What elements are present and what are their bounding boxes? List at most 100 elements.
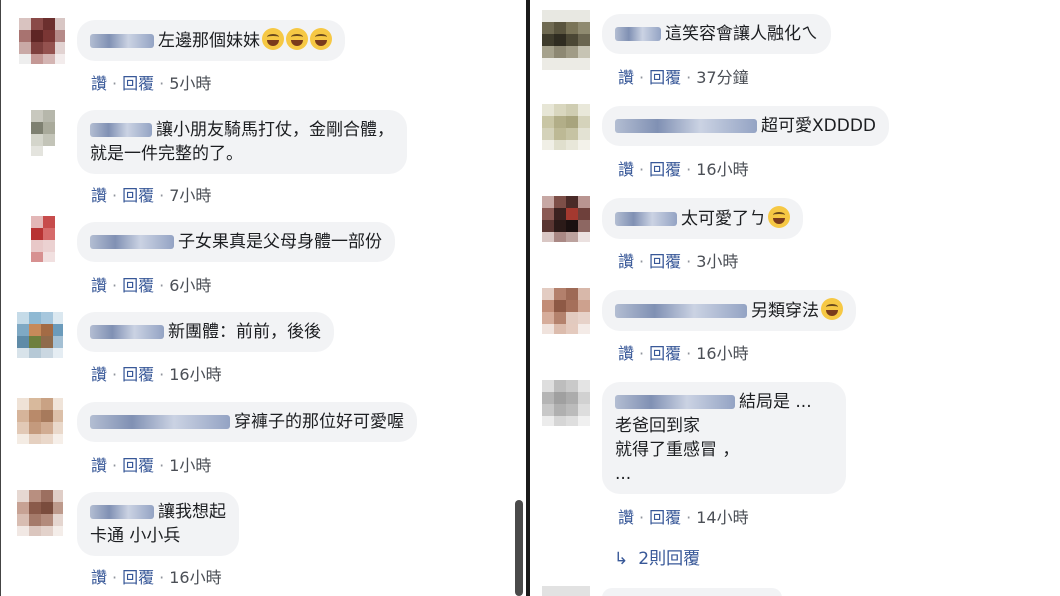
reply-link[interactable]: 回覆 [649, 344, 681, 363]
reply-link[interactable]: 回覆 [649, 68, 681, 87]
grinning-emoji-icon [286, 28, 308, 50]
comment-text: 太可愛了ㄅ [681, 209, 766, 229]
comment-text: 左邊那個妹妹 [158, 31, 260, 51]
grinning-emoji-icon [768, 206, 790, 228]
timestamp[interactable]: 5小時 [169, 74, 211, 93]
comment-actions: 讚 · 回覆 · 14小時 [618, 508, 749, 527]
like-link[interactable]: 讚 [618, 252, 634, 271]
reply-link[interactable]: 回覆 [122, 456, 154, 475]
comment-actions: 讚 · 回覆 · 1小時 [91, 456, 212, 475]
left-comment-panel: 左邊那個妹妹 讚 · 回覆 · 5小時 讓小朋友騎馬打仗，金剛合體， 就是一件完整的了。… [0, 0, 527, 596]
comment-bubble: 新團體：前前，後後 [77, 312, 334, 352]
reply-link[interactable]: 回覆 [122, 186, 154, 205]
comment-actions: 讚 · 回覆 · 37分鐘 [618, 68, 749, 87]
reply-link[interactable]: 回覆 [649, 160, 681, 179]
comment-text: 讓小朋友騎馬打仗，金剛合體， [156, 120, 394, 140]
comment-bubble: 穿褲子的那位好可愛喔 [77, 402, 417, 442]
comment-actions: 讚 · 回覆 · 7小時 [91, 186, 212, 205]
reply-link[interactable]: 回覆 [122, 276, 154, 295]
comment-actions: 讚 · 回覆 · 3小時 [618, 252, 739, 271]
comment-bubble: 左邊那個妹妹 [77, 20, 345, 61]
avatar[interactable] [17, 312, 63, 358]
like-link[interactable]: 讚 [91, 568, 107, 587]
commenter-name[interactable] [90, 505, 154, 519]
timestamp[interactable]: 16小時 [169, 365, 221, 384]
avatar[interactable] [542, 196, 590, 242]
comment-actions: 讚 · 回覆 · 16小時 [618, 160, 749, 179]
commenter-name[interactable] [615, 27, 661, 41]
comment-bubble [602, 588, 782, 596]
comment-text-line: 卡通 小小兵 [90, 526, 181, 546]
comment-text: 結局是 ... [739, 392, 812, 412]
reply-link[interactable]: 回覆 [122, 365, 154, 384]
comment-text: 穿褲子的那位好可愛喔 [234, 412, 404, 432]
avatar[interactable] [19, 18, 65, 64]
commenter-name[interactable] [90, 325, 164, 339]
comment-text: 這笑容會讓人融化ㄟ [665, 24, 818, 44]
comment-bubble: 太可愛了ㄅ [602, 198, 803, 239]
comment-bubble: 另類穿法 [602, 290, 856, 331]
avatar[interactable] [23, 110, 63, 156]
comment-text-line: 就是一件完整的了。 [90, 144, 243, 164]
timestamp[interactable]: 16小時 [696, 344, 748, 363]
timestamp[interactable]: 3小時 [696, 252, 738, 271]
comment-actions: 讚 · 回覆 · 16小時 [618, 344, 749, 363]
comment-bubble: 讓小朋友騎馬打仗，金剛合體， 就是一件完整的了。 [77, 110, 407, 174]
comment-text: 另類穿法 [751, 301, 819, 321]
timestamp[interactable]: 16小時 [696, 160, 748, 179]
avatar[interactable] [542, 10, 590, 70]
reply-link[interactable]: 回覆 [649, 252, 681, 271]
comment-actions: 讚 · 回覆 · 16小時 [91, 568, 222, 587]
comment-text-line: 老爸回到家 [615, 416, 700, 436]
grinning-emoji-icon [821, 298, 843, 320]
commenter-name[interactable] [90, 34, 154, 48]
reply-link[interactable]: 回覆 [122, 568, 154, 587]
like-link[interactable]: 讚 [618, 160, 634, 179]
commenter-name[interactable] [615, 395, 735, 409]
timestamp[interactable]: 37分鐘 [696, 68, 748, 87]
view-replies-link[interactable]: ↳ 2則回覆 [614, 544, 700, 569]
reply-link[interactable]: 回覆 [122, 74, 154, 93]
commenter-name[interactable] [615, 212, 677, 226]
comment-bubble: 讓我想起 卡通 小小兵 [77, 492, 239, 556]
comment-text: 新團體：前前，後後 [168, 322, 321, 342]
scrollbar[interactable] [515, 500, 523, 596]
avatar[interactable] [542, 380, 590, 426]
comment-text: 超可愛XDDDD [761, 116, 877, 136]
timestamp[interactable]: 16小時 [169, 568, 221, 587]
comment-actions: 讚 · 回覆 · 6小時 [91, 276, 212, 295]
like-link[interactable]: 讚 [91, 74, 107, 93]
like-link[interactable]: 讚 [91, 276, 107, 295]
comment-text-line: ... [615, 464, 632, 484]
comment-text-line: 就得了重感冒 ， [615, 440, 740, 460]
commenter-name[interactable] [90, 415, 230, 429]
comment-text: 子女果真是父母身體一部份 [178, 232, 382, 252]
timestamp[interactable]: 14小時 [696, 508, 748, 527]
avatar[interactable] [17, 398, 63, 444]
commenter-name[interactable] [615, 119, 757, 133]
reply-link[interactable]: 回覆 [649, 508, 681, 527]
avatar[interactable] [542, 288, 590, 334]
right-comment-panel: 這笑容會讓人融化ㄟ 讚 · 回覆 · 37分鐘 超可愛XDDDD 讚 · 回覆 · 16小時 太 [530, 0, 1060, 596]
comment-bubble: 超可愛XDDDD [602, 106, 890, 146]
commenter-name[interactable] [90, 123, 152, 137]
avatar[interactable] [23, 216, 63, 262]
avatar[interactable] [17, 490, 63, 536]
like-link[interactable]: 讚 [618, 344, 634, 363]
commenter-name[interactable] [90, 235, 174, 249]
grinning-emoji-icon [262, 28, 284, 50]
timestamp[interactable]: 7小時 [169, 186, 211, 205]
comment-text: 讓我想起 [158, 502, 226, 522]
timestamp[interactable]: 1小時 [169, 456, 211, 475]
like-link[interactable]: 讚 [91, 456, 107, 475]
avatar[interactable] [542, 104, 590, 150]
like-link[interactable]: 讚 [618, 508, 634, 527]
commenter-name[interactable] [615, 304, 747, 318]
timestamp[interactable]: 6小時 [169, 276, 211, 295]
grinning-emoji-icon [310, 28, 332, 50]
like-link[interactable]: 讚 [91, 365, 107, 384]
like-link[interactable]: 讚 [618, 68, 634, 87]
reply-arrow-icon: ↳ [614, 549, 629, 569]
avatar[interactable] [542, 586, 590, 596]
like-link[interactable]: 讚 [91, 186, 107, 205]
